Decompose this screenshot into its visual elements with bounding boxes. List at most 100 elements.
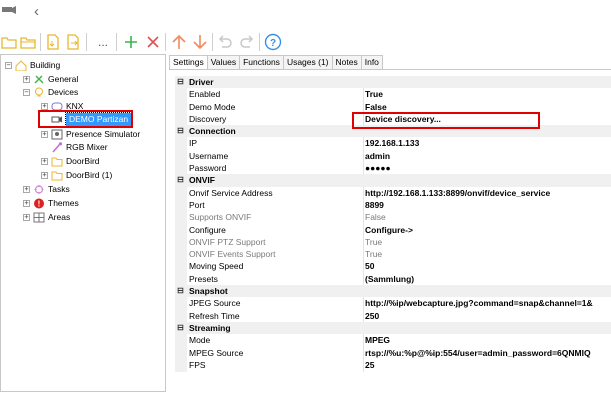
arrow-up-icon — [172, 34, 186, 49]
property-row[interactable]: Enabled True — [175, 88, 611, 100]
configure-link[interactable]: Configure-> — [365, 224, 413, 236]
property-row[interactable]: ONVIF PTZ Support True — [175, 236, 611, 248]
tasks-icon — [34, 185, 44, 194]
tree-item-areas[interactable]: + Areas — [23, 211, 70, 224]
lightbulb-icon — [35, 87, 43, 97]
property-row[interactable]: Presets (Sammlung) — [175, 273, 611, 285]
warning-icon: ! — [34, 198, 44, 209]
svg-text:?: ? — [270, 38, 276, 49]
toolbar: ... ? — [0, 30, 611, 54]
tree-item-building[interactable]: − Building — [5, 59, 60, 72]
new-folder-button[interactable] — [0, 32, 18, 52]
open-folder-button[interactable] — [19, 32, 37, 52]
category-streaming[interactable]: ⊟ Streaming — [175, 321, 611, 335]
property-row[interactable]: ONVIF Events Support True — [175, 248, 611, 260]
project-tree[interactable]: − Building + General − Devices + KNX DEM… — [0, 54, 166, 392]
tab-usages[interactable]: Usages (1) — [282, 55, 333, 69]
tree-label: Areas — [48, 212, 71, 222]
collapse-icon[interactable]: ⊟ — [176, 77, 185, 87]
tab-values[interactable]: Values — [206, 55, 241, 69]
tab-functions[interactable]: Functions — [239, 55, 284, 69]
tab-settings[interactable]: Settings — [169, 55, 208, 70]
folder-icon — [51, 171, 63, 181]
tree-label: DoorBird (1) — [66, 170, 113, 180]
category-onvif[interactable]: ⊟ ONVIF — [175, 174, 611, 187]
properties-tabs: Settings Values Functions Usages (1) Not… — [169, 55, 383, 70]
collapse-icon[interactable]: ⊟ — [176, 175, 185, 185]
collapse-icon[interactable]: ⊟ — [176, 323, 185, 333]
more-button[interactable]: ... — [96, 32, 110, 52]
undo-button[interactable] — [216, 32, 234, 52]
top-navigation: ‹ — [0, 0, 611, 26]
property-row[interactable]: Supports ONVIF False — [175, 211, 611, 223]
svg-text:!: ! — [38, 200, 41, 209]
help-icon: ? — [264, 33, 282, 51]
document-export-icon — [67, 34, 79, 50]
property-row[interactable]: MPEG Source rtsp://%u:%p@%ip:554/user=adm… — [175, 347, 611, 359]
property-row[interactable]: Mode MPEG — [175, 334, 611, 346]
tree-label: Building — [30, 60, 61, 70]
tree-item-presence-simulator[interactable]: + Presence Simulator — [41, 128, 140, 141]
arrow-down-icon — [193, 35, 207, 50]
property-row[interactable]: Password ●●●●● — [175, 162, 611, 174]
tree-item-doorbird[interactable]: + DoorBird — [41, 155, 100, 168]
document-save-icon — [47, 34, 59, 50]
move-up-button[interactable] — [170, 32, 188, 52]
folder-open-icon — [20, 37, 36, 49]
tools-icon — [34, 75, 44, 84]
tree-item-rgb-mixer[interactable]: RGB Mixer — [51, 141, 108, 154]
expand-icon[interactable]: + — [23, 76, 30, 83]
tab-notes[interactable]: Notes — [331, 55, 362, 69]
presence-icon — [51, 129, 63, 140]
color-mixer-icon — [52, 142, 63, 153]
delete-button[interactable] — [144, 32, 162, 52]
expand-icon[interactable]: + — [41, 131, 48, 138]
expand-icon[interactable]: + — [41, 103, 48, 110]
property-row[interactable]: JPEG Source http://%ip/webcapture.jpg?com… — [175, 297, 611, 309]
grid-icon — [33, 212, 45, 223]
expand-icon[interactable]: + — [23, 214, 30, 221]
tree-item-tasks[interactable]: + Tasks — [23, 183, 70, 196]
expand-icon[interactable]: + — [23, 186, 30, 193]
tree-label: DoorBird — [66, 156, 100, 166]
tree-item-general[interactable]: + General — [23, 73, 78, 86]
expand-icon[interactable]: + — [41, 158, 48, 165]
redo-button[interactable] — [238, 32, 256, 52]
property-row[interactable]: Refresh Time 250 — [175, 310, 611, 322]
help-button[interactable]: ? — [263, 32, 283, 52]
category-driver[interactable]: ⊟ Driver — [175, 76, 611, 89]
tree-label: Devices — [48, 87, 79, 97]
expand-icon[interactable]: + — [23, 200, 30, 207]
tab-divider — [169, 69, 611, 70]
collapse-icon[interactable]: − — [5, 62, 12, 69]
export-button[interactable] — [64, 32, 82, 52]
tree-label: Themes — [48, 198, 79, 208]
property-row[interactable]: Moving Speed 50 — [175, 260, 611, 272]
tree-item-themes[interactable]: + ! Themes — [23, 197, 79, 210]
tree-label: Tasks — [48, 184, 70, 194]
tree-label: RGB Mixer — [66, 142, 108, 152]
move-down-button[interactable] — [191, 32, 209, 52]
add-button[interactable] — [122, 32, 140, 52]
highlight-box — [38, 110, 133, 128]
tree-item-doorbird-1[interactable]: + DoorBird (1) — [41, 169, 112, 182]
expand-icon[interactable]: + — [41, 172, 48, 179]
collapse-icon[interactable]: ⊟ — [176, 126, 185, 136]
undo-icon — [218, 35, 232, 48]
property-row[interactable]: Onvif Service Address http://192.168.1.13… — [175, 187, 611, 199]
property-row[interactable]: FPS 25 — [175, 359, 611, 371]
tab-info[interactable]: Info — [360, 55, 383, 69]
highlight-box — [352, 112, 540, 129]
property-row[interactable]: Configure Configure-> — [175, 224, 611, 236]
category-snapshot[interactable]: ⊟ Snapshot — [175, 285, 611, 298]
collapse-icon[interactable]: − — [23, 89, 30, 96]
save-button[interactable] — [44, 32, 62, 52]
property-row[interactable]: Port 8899 — [175, 199, 611, 211]
folder-icon — [51, 157, 63, 167]
camera-icon — [2, 6, 16, 14]
property-row[interactable]: IP 192.168.1.133 — [175, 137, 611, 149]
collapse-icon[interactable]: ⊟ — [176, 286, 185, 296]
tree-item-devices[interactable]: − Devices — [23, 86, 78, 99]
back-chevron-icon[interactable]: ‹ — [34, 3, 39, 20]
property-row[interactable]: Username admin — [175, 150, 611, 162]
